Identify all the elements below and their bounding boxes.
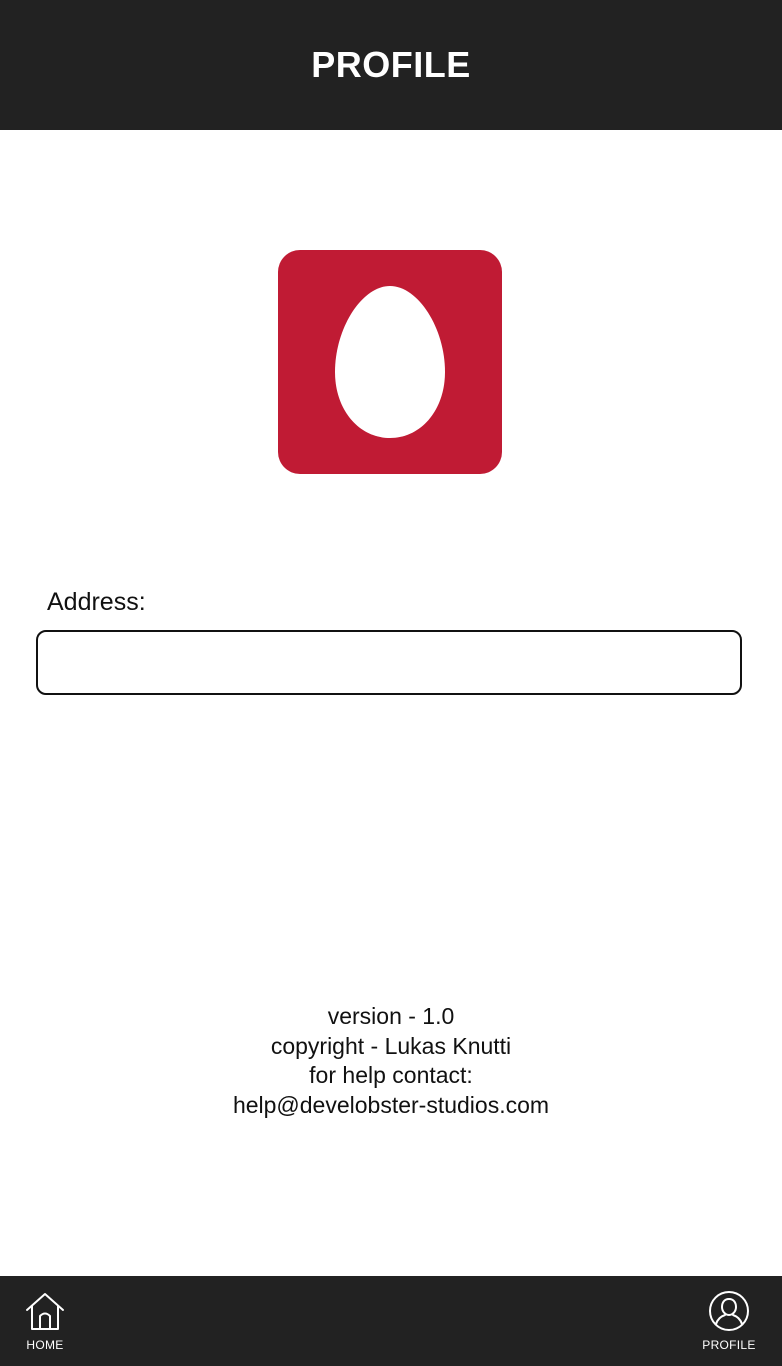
nav-profile-button[interactable]: PROFILE [684, 1290, 774, 1360]
nav-home-label: HOME [26, 1338, 64, 1352]
version-text: version - 1.0 [327, 1003, 455, 1029]
address-label: Address: [47, 588, 146, 616]
nav-home-button[interactable]: HOME [0, 1290, 90, 1360]
help-email: help@develobster-studios.com [232, 1091, 550, 1118]
bottom-navigation: HOME PROFILE [0, 1276, 782, 1366]
page-title: PROFILE [311, 44, 471, 85]
egg-icon [335, 286, 445, 438]
address-input[interactable] [36, 630, 742, 695]
nav-profile-label: PROFILE [702, 1338, 756, 1352]
top-app-bar: PROFILE [0, 0, 782, 130]
help-label: for help contact: [309, 1062, 473, 1088]
home-icon [26, 1293, 64, 1330]
user-icon [709, 1291, 749, 1331]
profile-avatar [278, 250, 502, 474]
copyright-text: copyright - Lukas Knutti [270, 1032, 512, 1059]
app-info: version - 1.0 copyright - Lukas Knutti f… [0, 1002, 782, 1120]
